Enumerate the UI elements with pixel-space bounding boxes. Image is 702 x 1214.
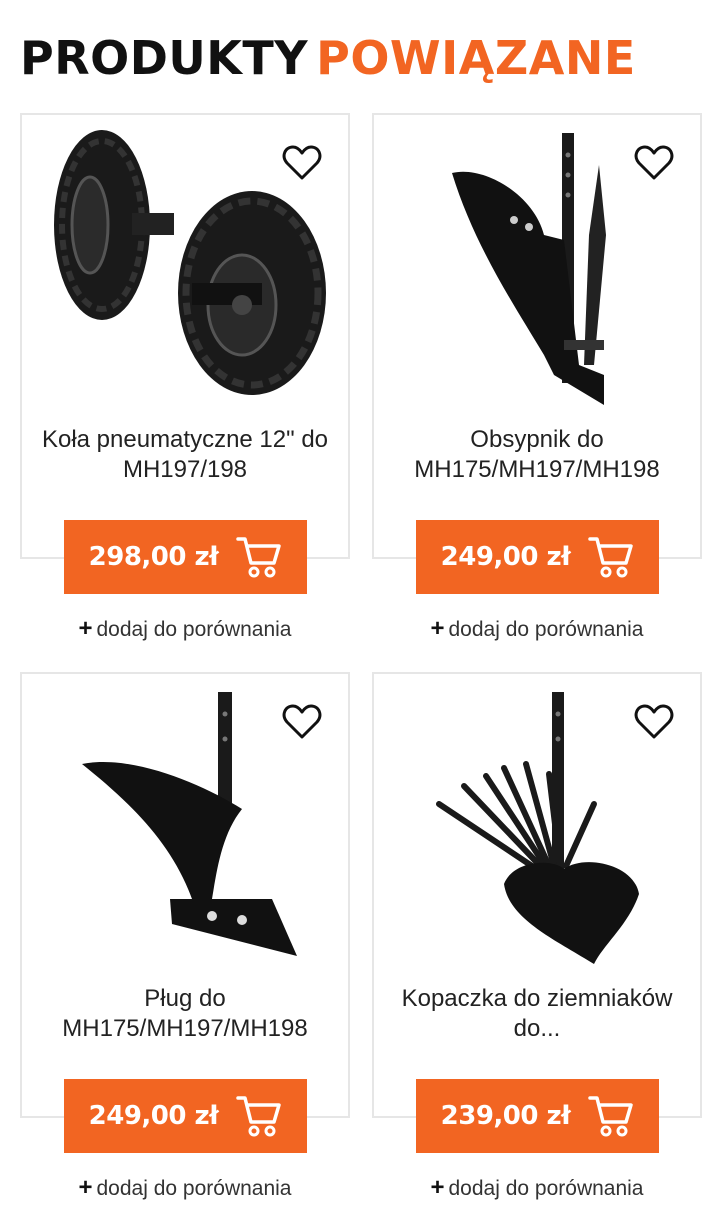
- add-to-compare-link[interactable]: + dodaj do porównania: [20, 615, 350, 643]
- shopping-cart-icon: [588, 1094, 634, 1138]
- product-card-2: Obsypnik do MH175/MH197/MH198 249,00 zł …: [372, 113, 702, 673]
- add-to-cart-button[interactable]: 249,00 zł: [416, 520, 659, 594]
- plus-icon: +: [78, 1174, 93, 1201]
- add-to-cart-button[interactable]: 249,00 zł: [64, 1079, 307, 1153]
- wishlist-heart-icon[interactable]: [634, 704, 674, 740]
- compare-label: dodaj do porównania: [96, 1177, 292, 1200]
- product-name[interactable]: Koła pneumatyczne 12" do MH197/198: [32, 425, 338, 485]
- section-title-part2: POWIĄZANE: [316, 31, 636, 85]
- wishlist-heart-icon[interactable]: [282, 704, 322, 740]
- section-title: PRODUKTY POWIĄZANE: [20, 30, 636, 86]
- product-price: 239,00 zł: [440, 1101, 571, 1131]
- add-to-compare-link[interactable]: + dodaj do porównania: [372, 1174, 702, 1202]
- product-price: 249,00 zł: [440, 542, 571, 572]
- shopping-cart-icon: [236, 535, 282, 579]
- shopping-cart-icon: [236, 1094, 282, 1138]
- compare-label: dodaj do porównania: [448, 1177, 644, 1200]
- product-price: 298,00 zł: [88, 542, 219, 572]
- product-card-1: Koła pneumatyczne 12" do MH197/198 298,0…: [20, 113, 350, 673]
- product-name[interactable]: Obsypnik do MH175/MH197/MH198: [384, 425, 690, 485]
- product-card-frame: Pług do MH175/MH197/MH198: [20, 672, 350, 1118]
- product-card-3: Pług do MH175/MH197/MH198 249,00 zł + dod…: [20, 672, 350, 1214]
- product-card-4: Kopaczka do ziemniaków do... 239,00 zł +…: [372, 672, 702, 1214]
- add-to-compare-link[interactable]: + dodaj do porównania: [20, 1174, 350, 1202]
- product-price: 249,00 zł: [88, 1101, 219, 1131]
- compare-label: dodaj do porównania: [448, 618, 644, 641]
- add-to-compare-link[interactable]: + dodaj do porównania: [372, 615, 702, 643]
- product-card-frame: Kopaczka do ziemniaków do...: [372, 672, 702, 1118]
- plus-icon: +: [430, 1174, 445, 1201]
- product-card-frame: Koła pneumatyczne 12" do MH197/198: [20, 113, 350, 559]
- add-to-cart-button[interactable]: 298,00 zł: [64, 520, 307, 594]
- compare-label: dodaj do porównania: [96, 618, 292, 641]
- product-name[interactable]: Kopaczka do ziemniaków do...: [384, 984, 690, 1044]
- plus-icon: +: [78, 615, 93, 642]
- section-title-part1: PRODUKTY: [20, 31, 309, 85]
- product-card-frame: Obsypnik do MH175/MH197/MH198: [372, 113, 702, 559]
- wishlist-heart-icon[interactable]: [282, 145, 322, 181]
- plus-icon: +: [430, 615, 445, 642]
- add-to-cart-button[interactable]: 239,00 zł: [416, 1079, 659, 1153]
- wishlist-heart-icon[interactable]: [634, 145, 674, 181]
- shopping-cart-icon: [588, 535, 634, 579]
- product-name[interactable]: Pług do MH175/MH197/MH198: [32, 984, 338, 1044]
